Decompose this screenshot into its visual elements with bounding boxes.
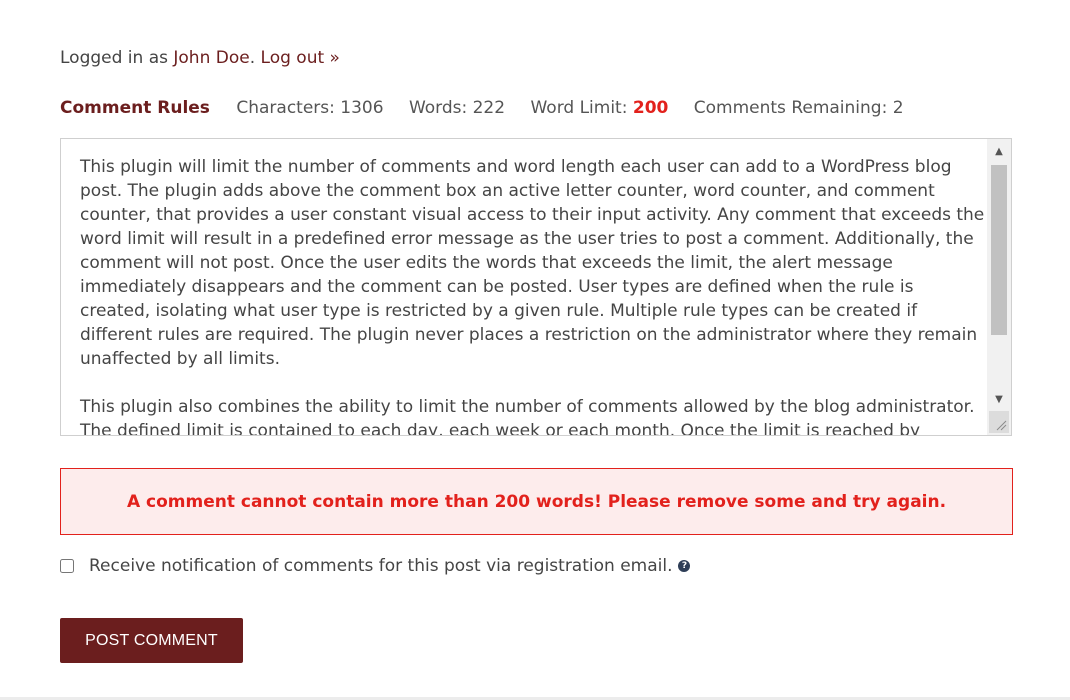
- word-limit-error-alert: A comment cannot contain more than 200 w…: [60, 468, 1013, 535]
- comment-form-page: Logged in as John Doe. Log out » Comment…: [0, 0, 1070, 700]
- logout-link[interactable]: Log out »: [261, 48, 340, 68]
- comment-text[interactable]: This plugin will limit the number of com…: [80, 155, 985, 435]
- notification-option: Receive notification of comments for thi…: [60, 556, 691, 576]
- comment-rules-title: Comment Rules: [60, 98, 210, 118]
- notification-checkbox[interactable]: [60, 559, 74, 573]
- logged-in-separator: .: [249, 48, 261, 68]
- comment-rules-bar: Comment Rules Characters: 1306 Words: 22…: [60, 97, 924, 119]
- scroll-thumb[interactable]: [991, 165, 1007, 335]
- scroll-down-arrow-icon[interactable]: ▼: [987, 389, 1011, 409]
- comment-textarea[interactable]: This plugin will limit the number of com…: [60, 138, 1012, 436]
- word-limit-value: 200: [632, 98, 669, 118]
- profile-link[interactable]: John Doe: [173, 48, 249, 68]
- word-limit-label: Word Limit:: [530, 98, 633, 118]
- error-message: A comment cannot contain more than 200 w…: [126, 491, 947, 512]
- notification-label[interactable]: Receive notification of comments for thi…: [89, 556, 672, 576]
- scroll-up-arrow-icon[interactable]: ▲: [987, 141, 1011, 161]
- word-count: Words: 222: [408, 98, 506, 118]
- help-icon[interactable]: ?: [678, 560, 691, 572]
- word-limit: Word Limit: 200: [530, 98, 668, 118]
- character-count: Characters: 1306: [236, 98, 384, 118]
- scrollbar[interactable]: ▲ ▼: [987, 139, 1011, 435]
- post-comment-button[interactable]: POST COMMENT: [60, 618, 243, 663]
- logged-in-prefix: Logged in as: [60, 48, 174, 68]
- comments-remaining: Comments Remaining: 2: [693, 98, 904, 118]
- logged-in-line: Logged in as John Doe. Log out »: [60, 47, 340, 69]
- resize-grip-icon[interactable]: [989, 411, 1009, 433]
